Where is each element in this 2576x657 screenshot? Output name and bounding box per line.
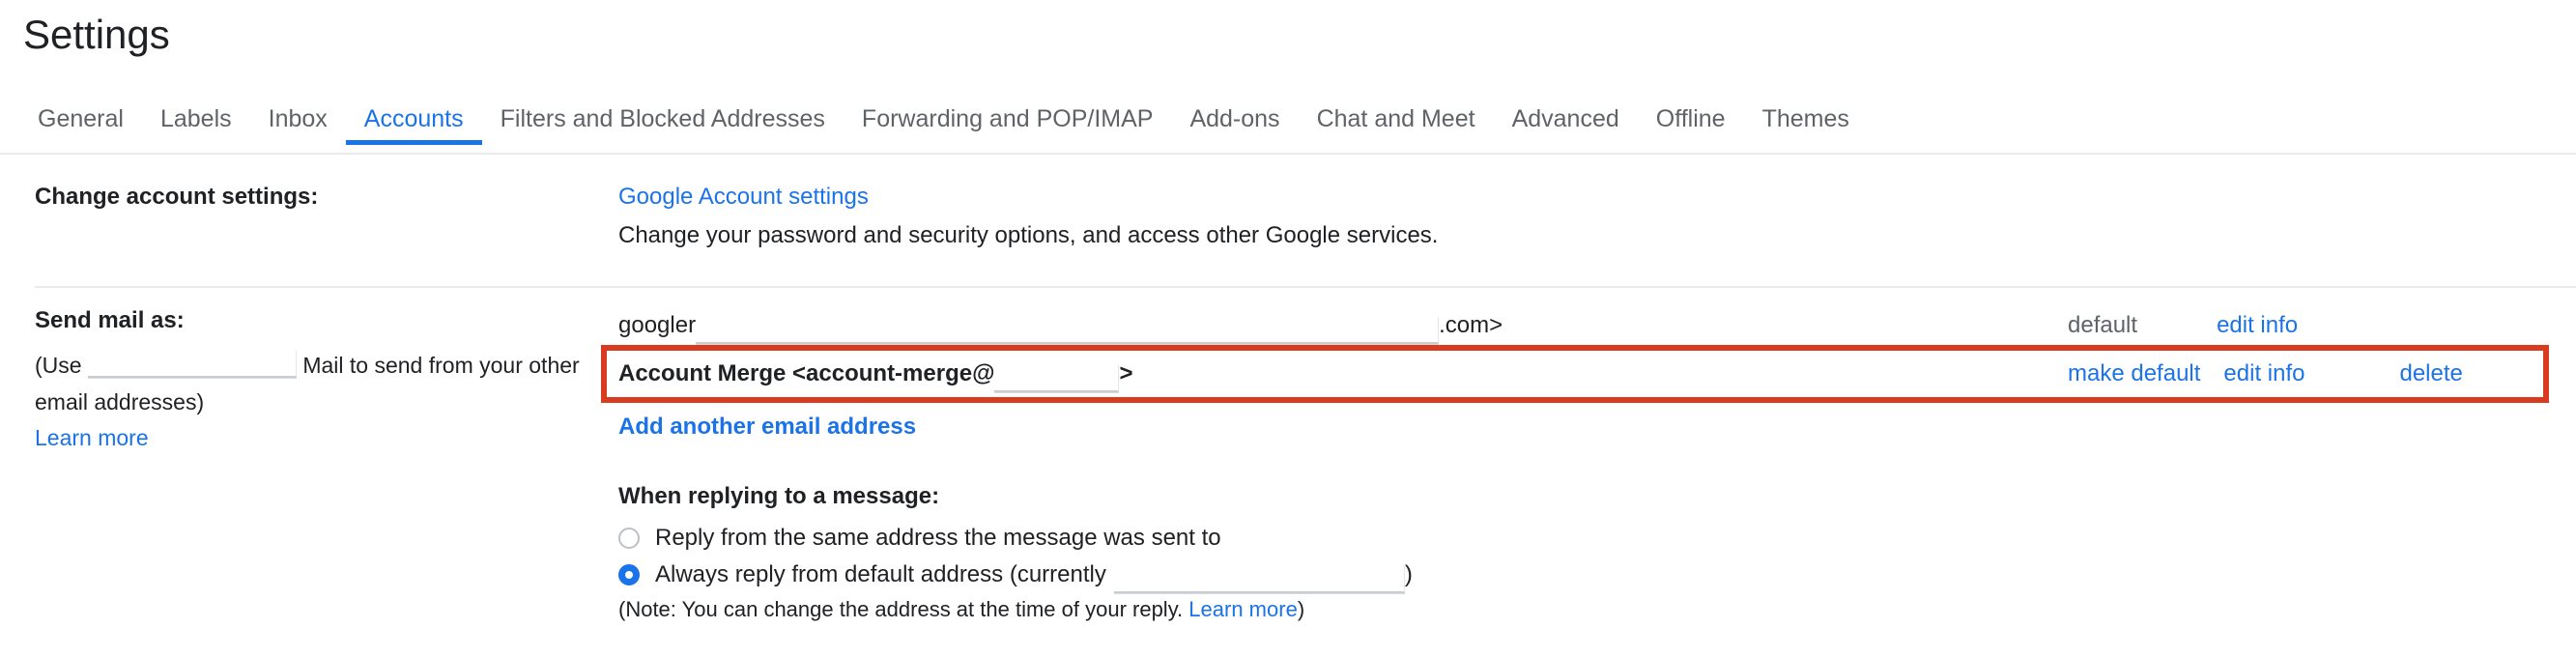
- tab-add-ons[interactable]: Add-ons: [1171, 97, 1298, 141]
- settings-tabbar: General Labels Inbox Accounts Filters an…: [19, 97, 1868, 153]
- redacted-default-address: [1113, 566, 1405, 593]
- reply-note: (Note: You can change the address at the…: [618, 597, 1304, 622]
- redacted-product-name: [87, 351, 297, 378]
- default-status-badge: default: [2068, 312, 2138, 338]
- reply-note-learn-more-link[interactable]: Learn more: [1188, 597, 1298, 621]
- reply-option-default-address[interactable]: Always reply from default address (curre…: [618, 558, 1413, 593]
- tab-labels[interactable]: Labels: [142, 97, 250, 141]
- send-mail-as-description-prefix: (Use: [35, 353, 82, 378]
- radio-button-selected[interactable]: [618, 564, 640, 586]
- make-default-link[interactable]: make default: [2068, 360, 2200, 387]
- email-address-suffix: .com>: [1439, 312, 1503, 338]
- edit-info-link[interactable]: edit info: [2217, 312, 2298, 339]
- tab-advanced[interactable]: Advanced: [1494, 97, 1638, 141]
- tab-filters-and-blocked-addresses[interactable]: Filters and Blocked Addresses: [482, 97, 844, 141]
- tab-chat-and-meet[interactable]: Chat and Meet: [1299, 97, 1494, 141]
- when-replying-title: When replying to a message:: [618, 483, 940, 509]
- email-address-prefix: Account Merge <account-merge@: [618, 360, 995, 386]
- tab-accounts[interactable]: Accounts: [345, 97, 482, 145]
- send-mail-as-learn-more-link[interactable]: Learn more: [35, 425, 149, 451]
- page-title: Settings: [23, 12, 170, 57]
- reply-option-same-address[interactable]: Reply from the same address the message …: [618, 522, 1221, 555]
- edit-info-link[interactable]: edit info: [2223, 360, 2304, 387]
- send-mail-as-row-actions: default edit info: [2068, 303, 2298, 348]
- delete-link[interactable]: delete: [2399, 360, 2462, 387]
- tab-forwarding-and-pop-imap[interactable]: Forwarding and POP/IMAP: [844, 97, 1172, 141]
- send-mail-as-label: Send mail as:: [35, 307, 185, 333]
- reply-note-prefix: (Note: You can change the address at the…: [618, 597, 1184, 621]
- redacted-email-domain: [994, 365, 1120, 392]
- email-address-prefix: googler: [618, 312, 697, 338]
- change-account-settings-description: Change your password and security option…: [618, 222, 1439, 248]
- section-divider-1: [35, 286, 2576, 288]
- reply-option-suffix: ): [1404, 561, 1413, 587]
- email-address-suffix: >: [1119, 360, 1133, 386]
- tab-themes[interactable]: Themes: [1744, 97, 1868, 141]
- tabbar-divider: [0, 153, 2576, 155]
- reply-option-label: Always reply from default address (curre…: [655, 561, 1106, 587]
- change-account-settings-label: Change account settings:: [35, 184, 319, 210]
- tab-inbox[interactable]: Inbox: [250, 97, 346, 141]
- tab-offline[interactable]: Offline: [1638, 97, 1744, 141]
- reply-option-label: Reply from the same address the message …: [655, 525, 1221, 551]
- add-another-email-address-link[interactable]: Add another email address: [618, 414, 916, 441]
- redacted-email-address: [696, 317, 1440, 344]
- send-mail-as-description: (Use Mail to send from your other email …: [35, 346, 595, 420]
- reply-note-suffix: ): [1297, 597, 1305, 621]
- tab-general[interactable]: General: [19, 97, 142, 141]
- send-mail-as-row-actions: make default edit info delete: [2068, 352, 2463, 396]
- radio-button-unselected[interactable]: [618, 528, 640, 549]
- google-account-settings-link[interactable]: Google Account settings: [618, 184, 869, 211]
